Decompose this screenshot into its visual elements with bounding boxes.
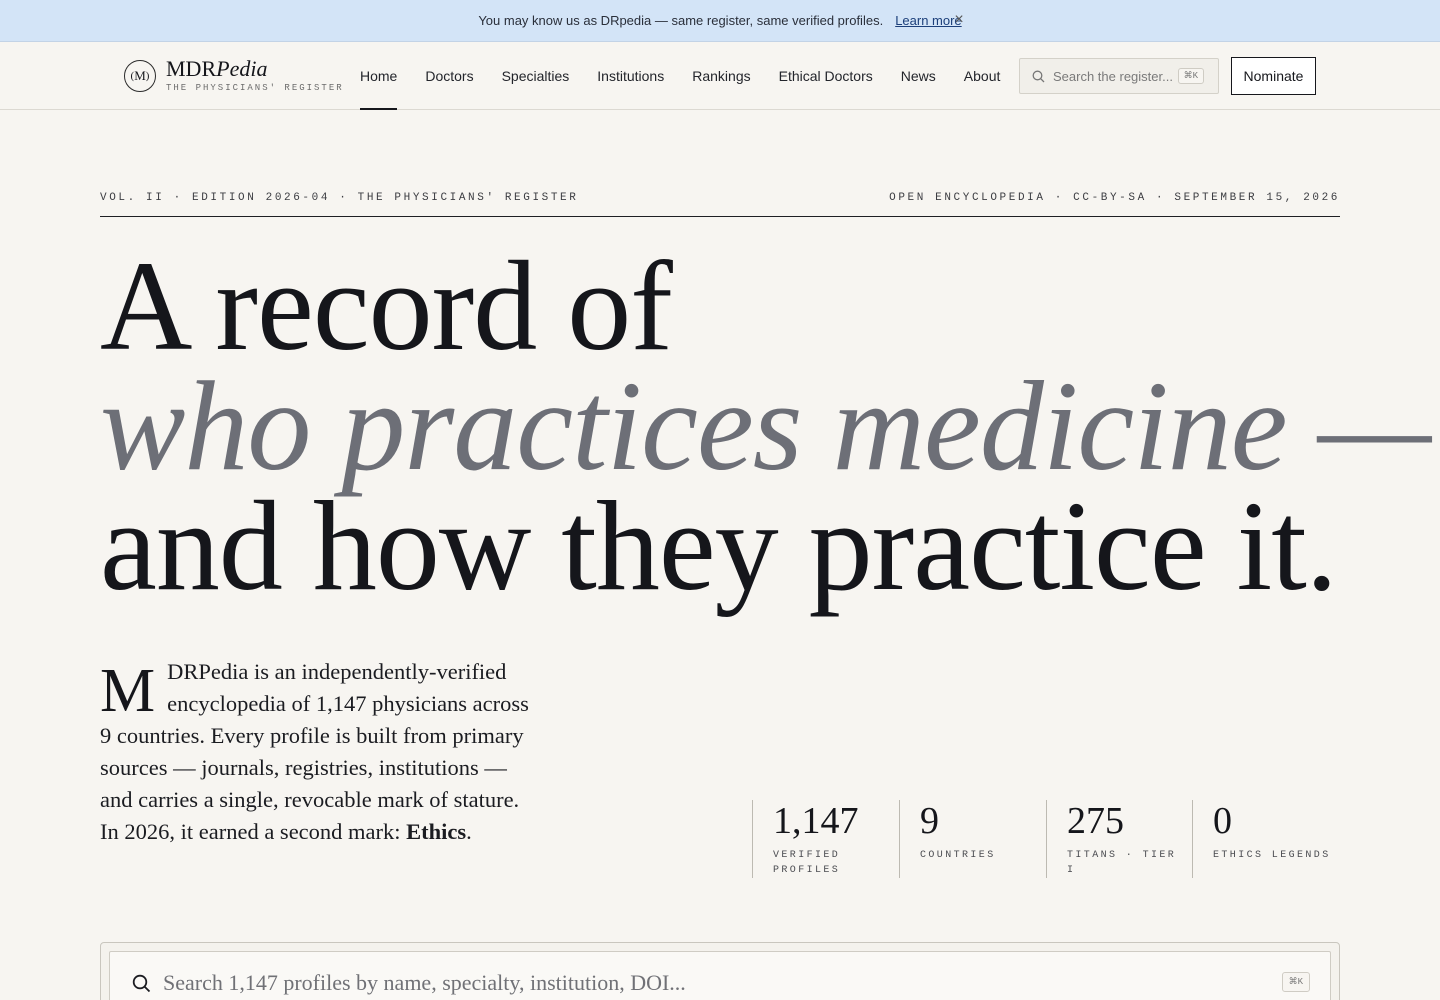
intro-paragraph: M DRPedia is an independently-verified en… xyxy=(100,656,540,848)
announcement-bar: You may know us as DRpedia — same regist… xyxy=(0,0,1440,42)
profile-search-input[interactable]: Search 1,147 profiles by name, specialty… xyxy=(109,951,1331,1000)
brand-logo[interactable]: (M) MDRPedia THE PHYSICIANS' REGISTER xyxy=(124,56,344,98)
header-search-placeholder: Search the register... xyxy=(1053,68,1173,84)
header-search-input[interactable]: Search the register... ⌘K xyxy=(1019,58,1219,94)
stat-value: 275 xyxy=(1067,800,1124,842)
edition-info: VOL. II · EDITION 2026-04 · THE PHYSICIA… xyxy=(100,192,579,204)
intro-text: DRPedia is an independently-verified enc… xyxy=(100,659,529,844)
stat-value: 9 xyxy=(920,800,939,842)
drop-cap: M xyxy=(100,657,156,725)
announcement-message: You may know us as DRpedia — same regist… xyxy=(478,13,884,28)
edition-meta-line: VOL. II · EDITION 2026-04 · THE PHYSICIA… xyxy=(100,190,1340,217)
nav-item-ethical-doctors[interactable]: Ethical Doctors xyxy=(765,42,887,110)
profile-search-panel: Search 1,147 profiles by name, specialty… xyxy=(100,942,1340,1000)
nominate-button[interactable]: Nominate xyxy=(1231,57,1316,95)
nav-item-news[interactable]: News xyxy=(887,42,950,110)
stat-countries: 9 COUNTRIES xyxy=(899,800,1046,878)
nav-item-home[interactable]: Home xyxy=(346,42,411,110)
headline-line-2: who practices medicine — xyxy=(100,355,1431,497)
shortcut-hint: ⌘K xyxy=(1177,68,1204,84)
profile-search-placeholder: Search 1,147 profiles by name, specialty… xyxy=(163,970,686,995)
stats-row: 1,147 VERIFIED PROFILES 9 COUNTRIES 275 … xyxy=(752,800,1340,878)
monogram-icon: (M) xyxy=(124,60,156,92)
brand-name-italic: Pedia xyxy=(216,56,268,81)
search-icon xyxy=(1032,70,1045,82)
main-nav: Home Doctors Specialties Institutions Ra… xyxy=(346,42,1014,110)
stat-label: ETHICS LEGENDS xyxy=(1213,850,1331,861)
nav-item-specialties[interactable]: Specialties xyxy=(488,42,584,110)
nav-item-about[interactable]: About xyxy=(950,42,1015,110)
stat-label: TITANS · TIER I xyxy=(1067,850,1177,876)
stat-label: VERIFIED PROFILES xyxy=(773,850,841,876)
brand-tagline: THE PHYSICIANS' REGISTER xyxy=(166,83,344,93)
brand-name-plain: MDR xyxy=(166,56,217,81)
shortcut-hint: ⌘K xyxy=(1281,972,1310,992)
headline-line-1: A record of xyxy=(100,235,673,377)
headline-line-3: and how they practice it. xyxy=(100,475,1338,617)
stat-label: COUNTRIES xyxy=(920,850,996,861)
close-icon[interactable]: × xyxy=(952,10,966,30)
stat-value: 1,147 xyxy=(773,800,859,842)
intro-emphasis: Ethics xyxy=(406,819,467,844)
intro-end: . xyxy=(466,819,472,844)
search-icon xyxy=(132,974,151,993)
nav-item-institutions[interactable]: Institutions xyxy=(583,42,678,110)
nav-item-rankings[interactable]: Rankings xyxy=(678,42,764,110)
stat-titans-tier-i: 275 TITANS · TIER I xyxy=(1046,800,1192,878)
site-header: (M) MDRPedia THE PHYSICIANS' REGISTER Ho… xyxy=(0,42,1440,110)
license-date-info: OPEN ENCYCLOPEDIA · CC-BY-SA · SEPTEMBER… xyxy=(889,192,1340,204)
hero-headline: A record of who practices medicine — and… xyxy=(100,235,1431,617)
monogram-letter: M xyxy=(134,68,146,83)
stat-verified-profiles: 1,147 VERIFIED PROFILES xyxy=(752,800,899,878)
stat-value: 0 xyxy=(1213,800,1232,842)
nav-item-doctors[interactable]: Doctors xyxy=(411,42,487,110)
brand-name: MDRPedia xyxy=(166,56,267,82)
stat-ethics-legends: 0 ETHICS LEGENDS xyxy=(1192,800,1340,878)
